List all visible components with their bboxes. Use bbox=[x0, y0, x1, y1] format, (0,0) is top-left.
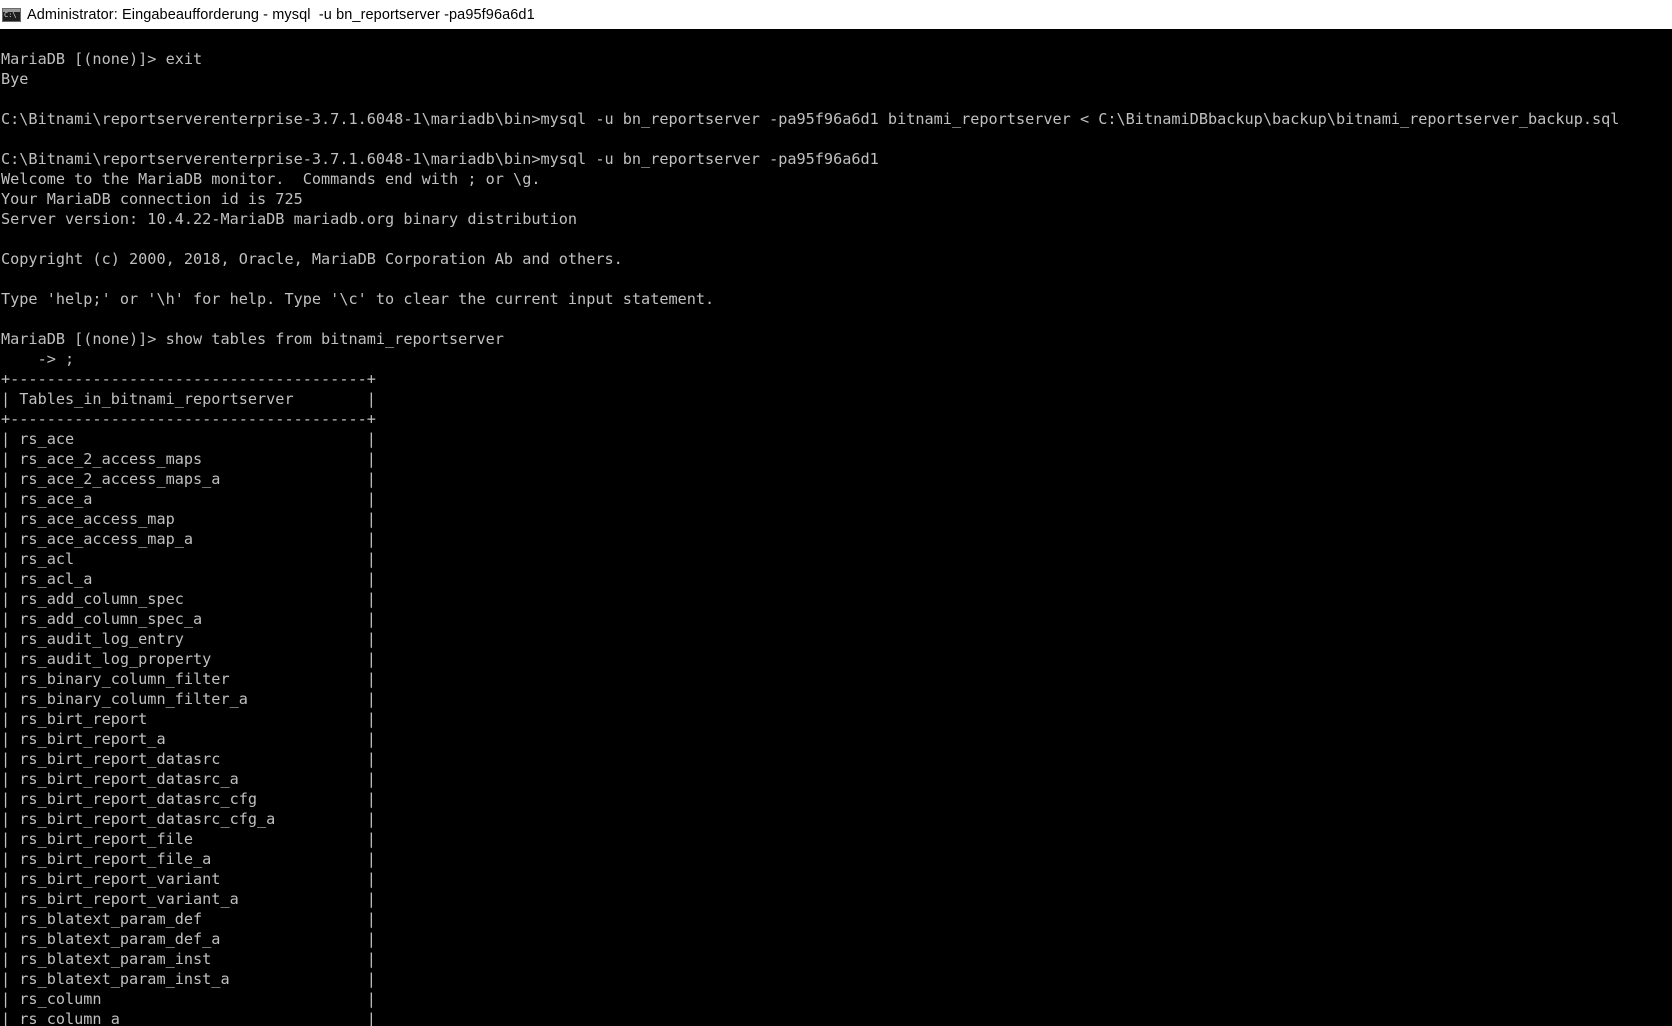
console-line: Your MariaDB connection id is 725 bbox=[1, 190, 303, 208]
console-line: Welcome to the MariaDB monitor. Commands… bbox=[1, 170, 541, 188]
command-prompt-icon[interactable] bbox=[2, 7, 21, 22]
console-line: | rs_blatext_param_def | bbox=[1, 910, 376, 928]
command-prompt-window: Administrator: Eingabeaufforderung - mys… bbox=[0, 0, 1672, 1026]
console-line: | rs_ace_access_map | bbox=[1, 510, 376, 528]
console-line: | rs_birt_report_datasrc_cfg_a | bbox=[1, 810, 376, 828]
console-line: | rs_add_column_spec | bbox=[1, 590, 376, 608]
console-line: | rs_ace_access_map_a | bbox=[1, 530, 376, 548]
console-line: | rs_birt_report_file_a | bbox=[1, 850, 376, 868]
window-title: Administrator: Eingabeaufforderung - mys… bbox=[27, 6, 535, 23]
console-line: | rs_binary_column_filter_a | bbox=[1, 690, 376, 708]
console-line: | Tables_in_bitnami_reportserver | bbox=[1, 390, 376, 408]
console-line: | rs_birt_report_a | bbox=[1, 730, 376, 748]
console-line: +---------------------------------------… bbox=[1, 410, 376, 428]
console-line: | rs_audit_log_entry | bbox=[1, 630, 376, 648]
console-line: | rs_birt_report | bbox=[1, 710, 376, 728]
console-line: | rs_acl_a | bbox=[1, 570, 376, 588]
console-area[interactable]: MariaDB [(none)]> exit Bye C:\Bitnami\repo… bbox=[0, 29, 1672, 1026]
console-line: C:\Bitnami\reportserverenterprise-3.7.1.… bbox=[1, 150, 879, 168]
console-line: C:\Bitnami\reportserverenterprise-3.7.1.… bbox=[1, 110, 1620, 128]
console-line: | rs_add_column_spec_a | bbox=[1, 610, 376, 628]
console-line: MariaDB [(none)]> exit bbox=[1, 50, 203, 68]
console-line: | rs_audit_log_property | bbox=[1, 650, 376, 668]
console-line: | rs_blatext_param_inst_a | bbox=[1, 970, 376, 988]
console-line: | rs_birt_report_datasrc | bbox=[1, 750, 376, 768]
console-line: | rs_blatext_param_inst | bbox=[1, 950, 376, 968]
console-line: | rs_ace | bbox=[1, 430, 376, 448]
console-line: | rs_ace_2_access_maps | bbox=[1, 450, 376, 468]
console-line: | rs_binary_column_filter | bbox=[1, 670, 376, 688]
console-line: | rs_birt_report_variant_a | bbox=[1, 890, 376, 908]
console-line: | rs_ace_2_access_maps_a | bbox=[1, 470, 376, 488]
title-bar[interactable]: Administrator: Eingabeaufforderung - mys… bbox=[0, 0, 1672, 29]
console-line: Server version: 10.4.22-MariaDB mariadb.… bbox=[1, 210, 578, 228]
console-output: MariaDB [(none)]> exit Bye C:\Bitnami\repo… bbox=[1, 49, 1619, 1026]
console-line: | rs_birt_report_datasrc_cfg | bbox=[1, 790, 376, 808]
console-line: | rs_birt_report_datasrc_a | bbox=[1, 770, 376, 788]
console-line: | rs_column | bbox=[1, 990, 376, 1008]
console-line: | rs_column_a | bbox=[1, 1010, 376, 1026]
console-line: | rs_birt_report_file | bbox=[1, 830, 376, 848]
console-line: | rs_blatext_param_def_a | bbox=[1, 930, 376, 948]
console-line: | rs_acl | bbox=[1, 550, 376, 568]
console-line: Copyright (c) 2000, 2018, Oracle, MariaD… bbox=[1, 250, 623, 268]
console-line: +---------------------------------------… bbox=[1, 370, 376, 388]
console-line: Bye bbox=[1, 70, 29, 88]
console-line: Type 'help;' or '\h' for help. Type '\c'… bbox=[1, 290, 715, 308]
console-line: MariaDB [(none)]> show tables from bitna… bbox=[1, 330, 504, 348]
console-line: | rs_birt_report_variant | bbox=[1, 870, 376, 888]
console-line: -> ; bbox=[1, 350, 75, 368]
console-line: | rs_ace_a | bbox=[1, 490, 376, 508]
